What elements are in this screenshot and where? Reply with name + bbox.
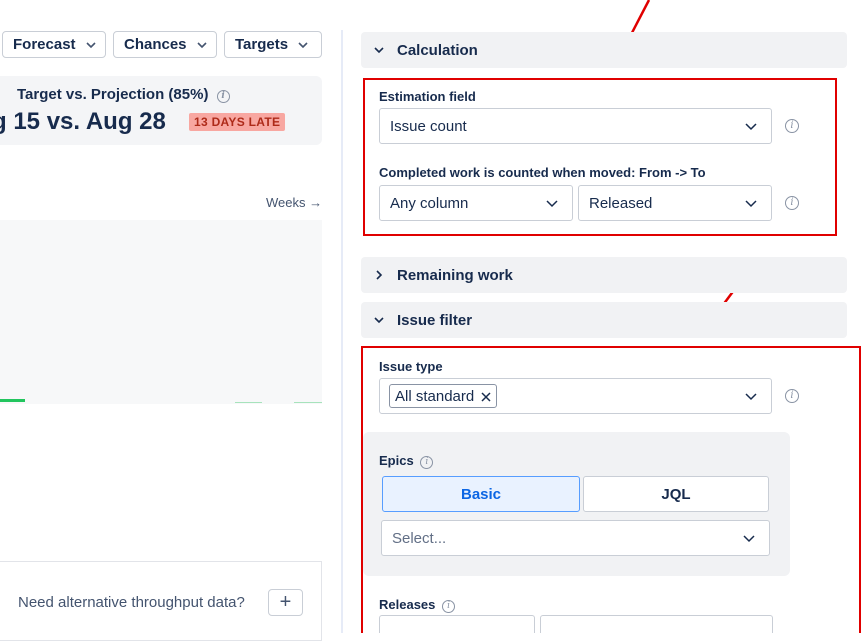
target-vs-projection-dates: g 15 vs. Aug 28 bbox=[0, 108, 166, 135]
epics-placeholder: Select... bbox=[392, 529, 447, 547]
info-icon[interactable]: i bbox=[216, 90, 230, 103]
chart-series-line bbox=[294, 402, 322, 403]
chevron-down-icon bbox=[545, 196, 559, 210]
from-column-value: Any column bbox=[390, 194, 469, 212]
targets-dropdown[interactable]: Targets bbox=[224, 31, 322, 58]
epics-select[interactable]: Select... bbox=[381, 520, 770, 556]
releases-label-text: Releases bbox=[379, 597, 436, 612]
info-icon[interactable]: i bbox=[785, 389, 799, 403]
info-icon[interactable]: i bbox=[785, 196, 799, 210]
completed-work-label: Completed work is counted when moved: Fr… bbox=[379, 165, 706, 180]
forecast-dropdown[interactable]: Forecast bbox=[2, 31, 106, 58]
chances-dropdown[interactable]: Chances bbox=[113, 31, 217, 58]
panel-divider bbox=[341, 30, 343, 633]
issue-filter-header-label: Issue filter bbox=[397, 311, 473, 329]
issue-filter-section-header[interactable]: Issue filter bbox=[361, 302, 847, 338]
to-column-select[interactable]: Released bbox=[578, 185, 772, 221]
chevron-down-icon bbox=[84, 38, 98, 52]
info-icon[interactable]: i bbox=[420, 456, 434, 469]
releases-label: Releases i bbox=[379, 597, 456, 613]
remove-tag-icon[interactable] bbox=[480, 390, 492, 402]
chevron-down-icon bbox=[742, 531, 756, 545]
issue-type-tag-label: All standard bbox=[395, 387, 475, 405]
chevron-right-icon bbox=[372, 268, 386, 282]
estimation-field-select[interactable]: Issue count bbox=[379, 108, 772, 144]
targets-label: Targets bbox=[235, 36, 289, 53]
weeks-link[interactable]: Weeks → bbox=[266, 195, 322, 210]
chances-label: Chances bbox=[124, 36, 187, 53]
add-throughput-button[interactable]: + bbox=[268, 589, 303, 616]
epics-label: Epics i bbox=[379, 453, 434, 469]
projection-summary-card: Target vs. Projection (85%) i g 15 vs. A… bbox=[0, 76, 322, 145]
info-icon[interactable]: i bbox=[442, 600, 456, 613]
info-icon[interactable]: i bbox=[785, 119, 799, 133]
summary-title: Target vs. Projection (85%) i bbox=[17, 86, 230, 103]
estimation-field-value: Issue count bbox=[390, 117, 467, 135]
summary-title-text: Target vs. Projection (85%) bbox=[17, 86, 209, 103]
chart-series-line bbox=[235, 402, 262, 403]
epics-basic-tab[interactable]: Basic bbox=[382, 476, 580, 512]
releases-select[interactable] bbox=[540, 615, 773, 633]
chevron-down-icon bbox=[372, 43, 386, 57]
remaining-work-section-header[interactable]: Remaining work bbox=[361, 257, 847, 293]
calculation-header-label: Calculation bbox=[397, 41, 478, 59]
chevron-down-icon bbox=[744, 196, 758, 210]
chevron-down-icon bbox=[372, 313, 386, 327]
chevron-down-icon bbox=[744, 389, 758, 403]
calculation-section-header[interactable]: Calculation bbox=[361, 32, 847, 68]
from-column-select[interactable]: Any column bbox=[379, 185, 573, 221]
forecast-chart-area bbox=[0, 220, 322, 404]
estimation-field-label: Estimation field bbox=[379, 89, 476, 104]
chevron-down-icon bbox=[744, 119, 758, 133]
remaining-work-header-label: Remaining work bbox=[397, 266, 513, 284]
epics-jql-tab[interactable]: JQL bbox=[583, 476, 769, 512]
forecast-label: Forecast bbox=[13, 36, 76, 53]
issue-type-tag: All standard bbox=[389, 384, 498, 408]
chart-series-line bbox=[0, 399, 25, 402]
chevron-down-icon bbox=[195, 38, 209, 52]
issue-type-label: Issue type bbox=[379, 359, 443, 374]
to-column-value: Released bbox=[589, 194, 653, 212]
days-late-badge: 13 DAYS LATE bbox=[189, 113, 286, 131]
releases-mode-select[interactable] bbox=[379, 615, 535, 633]
chevron-down-icon bbox=[296, 38, 310, 52]
epics-label-text: Epics bbox=[379, 453, 414, 468]
throughput-prompt: Need alternative throughput data? bbox=[18, 594, 245, 611]
